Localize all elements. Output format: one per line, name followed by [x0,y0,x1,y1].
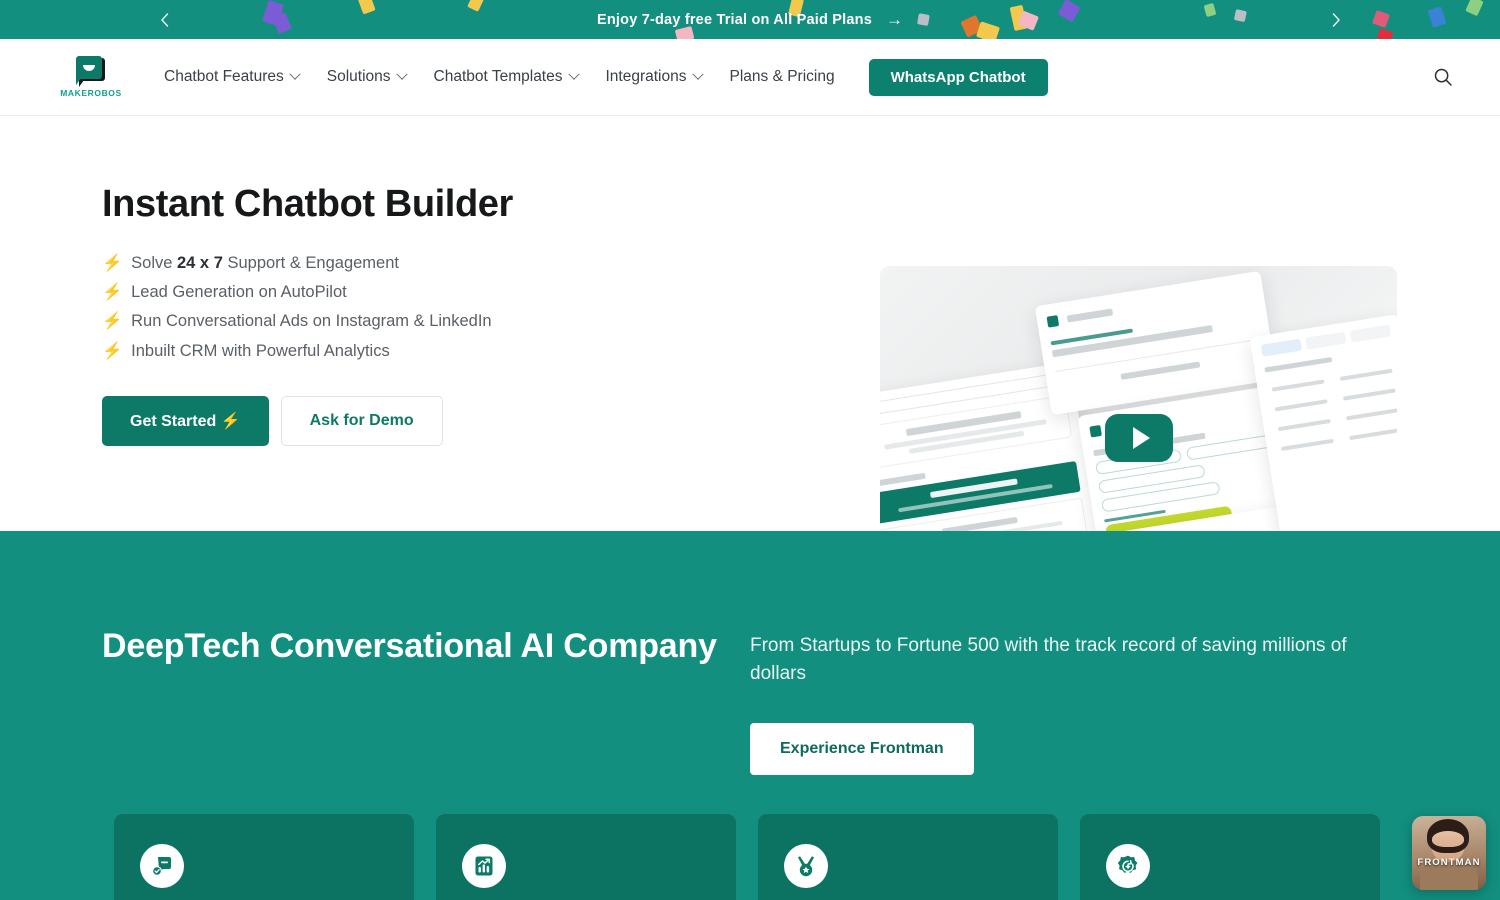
nav-label: Chatbot Features [164,68,284,85]
brand-name: MAKEROBOS [60,88,122,98]
growth-chart-icon [462,844,506,888]
hero-title: Instant Chatbot Builder [102,183,513,225]
announcement-text: Enjoy 7-day free Trial on All Paid Plans [597,11,872,28]
quality-badge-icon [1106,844,1150,888]
play-video-button[interactable] [1104,413,1173,462]
hero-benefit-item: ⚡ Inbuilt CRM with Powerful Analytics [102,337,802,366]
nav-label: Chatbot Templates [433,68,563,85]
chevron-down-icon [691,68,704,80]
chevron-left-icon [160,12,168,27]
feature-cards-row [114,814,1380,900]
ask-for-demo-button[interactable]: Ask for Demo [280,396,443,447]
announcement-prev-button[interactable] [154,10,174,30]
search-button[interactable] [1428,62,1458,92]
get-started-button[interactable]: Get Started ⚡ [102,396,269,447]
whatsapp-chatbot-button[interactable]: WhatsApp Chatbot [868,58,1048,96]
benefit-text-post: Support & Engagement [222,253,399,272]
chevron-down-icon [567,68,580,80]
nav-label: Integrations [605,68,687,85]
promo-subheading: From Startups to Fortune 500 with the tr… [750,635,1347,685]
nav-item-plans-pricing[interactable]: Plans & Pricing [716,62,849,92]
hero-cta-group: Get Started ⚡ Ask for Demo [102,396,802,447]
hero-section: Instant Chatbot Builder ⚡ Solve 24 x 7 S… [0,116,1500,609]
chat-verified-icon [140,844,184,888]
lightning-bolt-icon: ⚡ [102,312,123,331]
nav-item-integrations[interactable]: Integrations [592,62,716,92]
play-icon [1132,426,1150,449]
hero-benefit-item: ⚡ Lead Generation on AutoPilot [102,278,802,307]
feature-card[interactable] [114,814,414,900]
chat-bubble-logo-icon [76,56,106,87]
hero-benefits-list: ⚡ Solve 24 x 7 Support & Engagement ⚡ Le… [102,249,802,366]
chevron-down-icon [289,68,301,80]
award-medal-icon [784,844,828,888]
avatar-hair [1427,819,1469,853]
hero-benefit-item: ⚡ Run Conversational Ads on Instagram & … [102,307,802,336]
chat-widget-label: FRONTMAN [1417,857,1481,868]
nav-item-chatbot-templates[interactable]: Chatbot Templates [420,62,592,92]
benefit-text-pre: Inbuilt CRM with Powerful Analytics [126,341,390,360]
announcement-next-button[interactable] [1326,10,1346,30]
lightning-bolt-icon: ⚡ [102,253,123,272]
benefit-text-strong: 24 x 7 [177,253,223,272]
site-header: MAKEROBOS Chatbot Features Solutions Cha… [0,39,1500,116]
lightning-bolt-icon: ⚡ [102,283,123,302]
benefit-text-pre: Solve [126,253,177,272]
search-icon [1434,68,1452,86]
feature-card[interactable] [1080,814,1380,900]
experience-frontman-button[interactable]: Experience Frontman [750,723,974,776]
lightning-bolt-icon: ⚡ [102,341,123,360]
announcement-bar: Enjoy 7-day free Trial on All Paid Plans… [0,0,1500,39]
promo-heading: DeepTech Conversational AI Company [102,627,717,665]
benefit-text-pre: Run Conversational Ads on Instagram & Li… [126,312,492,331]
hero-benefit-item: ⚡ Solve 24 x 7 Support & Engagement [102,249,802,278]
main-navigation: Chatbot Features Solutions Chatbot Templ… [150,58,1048,96]
nav-label: Solutions [326,68,391,85]
nav-item-solutions[interactable]: Solutions [313,62,420,92]
chevron-down-icon [395,68,408,80]
announcement-arrow-icon[interactable]: → [886,11,903,28]
feature-card[interactable] [758,814,1058,900]
feature-card[interactable] [436,814,736,900]
hero-content: Instant Chatbot Builder ⚡ Solve 24 x 7 S… [102,116,802,447]
nav-item-chatbot-features[interactable]: Chatbot Features [150,62,313,92]
promo-section: DeepTech Conversational AI Company From … [0,531,1500,900]
nav-label: Plans & Pricing [729,68,835,85]
brand-logo[interactable]: MAKEROBOS [60,56,122,98]
chevron-right-icon [1332,12,1340,27]
frontman-chat-widget[interactable]: FRONTMAN [1412,816,1486,890]
benefit-text-pre: Lead Generation on AutoPilot [126,283,347,302]
